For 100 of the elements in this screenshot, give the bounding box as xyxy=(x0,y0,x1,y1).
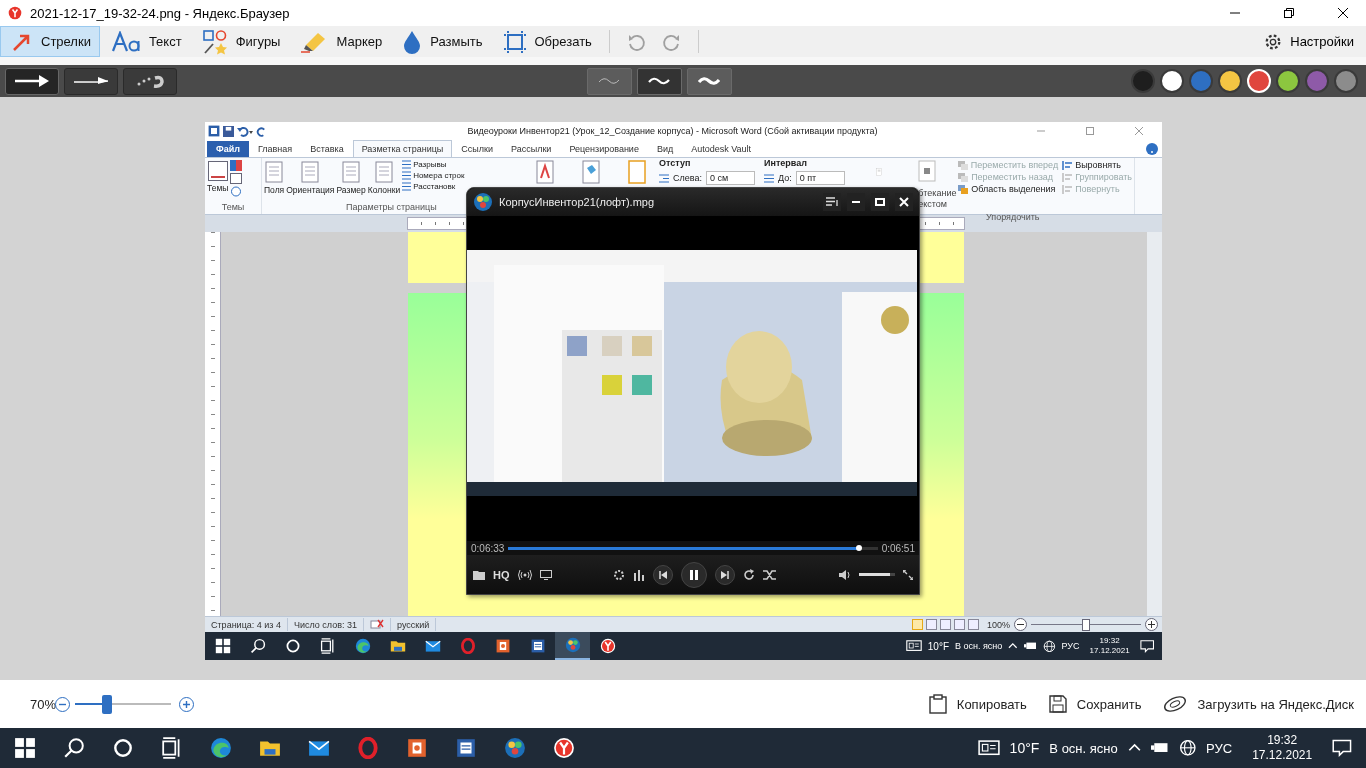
mail-icon[interactable] xyxy=(424,638,441,654)
folder-icon[interactable] xyxy=(389,638,406,654)
pause-button[interactable] xyxy=(681,561,708,588)
tool-button[interactable]: Обрезать xyxy=(491,26,601,57)
upload-button[interactable]: Загрузить на Яндекс.Диск xyxy=(1163,694,1354,714)
zoom-out-button[interactable] xyxy=(1014,618,1027,631)
settings-icon[interactable] xyxy=(613,568,626,581)
browser-icon[interactable] xyxy=(354,638,371,654)
globe-icon[interactable] xyxy=(1042,639,1056,653)
scrollbar[interactable] xyxy=(1147,232,1162,616)
ring-icon[interactable] xyxy=(356,737,379,759)
shuffle-icon[interactable] xyxy=(763,568,778,581)
battery-icon[interactable] xyxy=(1150,741,1169,755)
folder-icon[interactable] xyxy=(473,569,485,580)
news-icon[interactable] xyxy=(977,740,1000,756)
ribbon-button[interactable]: Номера строк xyxy=(402,171,465,180)
color-swatch[interactable] xyxy=(1218,69,1242,93)
zoom-slider-thumb[interactable] xyxy=(1082,619,1090,631)
ribbon-button[interactable]: Ориентация xyxy=(286,160,335,196)
quality-button[interactable]: HQ xyxy=(493,568,510,581)
view-button[interactable] xyxy=(925,619,937,630)
ribbon-button[interactable]: Колонки xyxy=(367,160,401,196)
language-indicator[interactable]: РУС xyxy=(1206,740,1233,756)
tool-button[interactable]: Маркер xyxy=(289,26,392,57)
color-swatch[interactable] xyxy=(1334,69,1358,93)
ribbon-tab[interactable]: Рассылки xyxy=(502,140,561,157)
indent-field[interactable]: 0 см xyxy=(705,171,755,185)
spacing-field[interactable]: 0 пт xyxy=(795,171,845,185)
circle-icon[interactable] xyxy=(111,737,134,759)
view-button[interactable] xyxy=(967,619,979,630)
document-icon[interactable] xyxy=(529,638,546,654)
clock-time[interactable]: 19:32 xyxy=(1099,636,1120,646)
color-swatch[interactable] xyxy=(1131,69,1155,93)
tool-button[interactable]: Размыть xyxy=(391,26,492,57)
ring-icon[interactable] xyxy=(459,638,476,654)
settings-button[interactable]: Настройки xyxy=(1252,26,1366,57)
arrow-style-button[interactable] xyxy=(123,67,177,95)
ribbon-button[interactable]: Выровнять xyxy=(1062,160,1132,170)
copy-button[interactable]: Копировать xyxy=(928,694,1027,714)
wrap-text-icon[interactable] xyxy=(918,160,937,182)
ribbon-button[interactable]: Поля xyxy=(264,160,285,196)
zoom-level[interactable]: 100% xyxy=(986,619,1010,630)
presentation-icon[interactable] xyxy=(405,737,428,759)
clock-time[interactable]: 19:32 xyxy=(1267,733,1298,748)
page-color-icon[interactable] xyxy=(582,160,600,184)
ribbon-button[interactable]: Область выделения xyxy=(958,184,1059,194)
browser-icon[interactable] xyxy=(599,638,616,654)
broadcast-icon[interactable] xyxy=(517,569,532,580)
themes-button[interactable]: Темы xyxy=(207,160,229,194)
stroke-width-button[interactable] xyxy=(686,67,732,95)
watermark-icon[interactable] xyxy=(536,160,554,184)
clock-date[interactable]: 17.12.2021 xyxy=(1252,748,1313,763)
presentation-icon[interactable] xyxy=(494,638,511,654)
previous-button[interactable] xyxy=(653,564,674,585)
arrow-style-button[interactable] xyxy=(64,67,118,95)
language-status[interactable]: русский xyxy=(391,618,437,631)
view-button[interactable] xyxy=(953,619,965,630)
save-button[interactable]: Сохранить xyxy=(1048,694,1142,714)
undo-icon[interactable] xyxy=(237,125,253,137)
color-swatch[interactable] xyxy=(1160,69,1184,93)
start-icon[interactable] xyxy=(13,737,36,759)
ribbon-tab[interactable]: Главная xyxy=(248,140,302,157)
zoom-in-button[interactable] xyxy=(1145,618,1158,631)
ribbon-button[interactable]: Разрывы xyxy=(402,160,465,169)
file-tab[interactable]: Файл xyxy=(207,141,249,157)
browser-icon[interactable] xyxy=(552,737,575,759)
battery-icon[interactable] xyxy=(1023,641,1037,651)
search-icon[interactable] xyxy=(249,638,266,654)
browser-icon[interactable] xyxy=(209,737,232,759)
globe-icon[interactable] xyxy=(1178,739,1197,757)
tool-button[interactable]: Текст xyxy=(99,26,191,57)
fullscreen-icon[interactable] xyxy=(903,569,913,580)
equalizer-icon[interactable] xyxy=(633,568,646,581)
player-icon[interactable] xyxy=(503,737,526,759)
ribbon-tab[interactable]: Вставка xyxy=(301,140,353,157)
start-icon[interactable] xyxy=(214,638,231,654)
colors-icon[interactable] xyxy=(230,160,243,171)
ribbon-tab[interactable]: Вид xyxy=(647,140,683,157)
next-button[interactable] xyxy=(715,564,736,585)
player-icon[interactable] xyxy=(564,637,581,653)
zoom-slider-thumb[interactable] xyxy=(101,694,112,714)
ribbon-button[interactable]: Расстановк xyxy=(402,182,465,191)
notification-icon[interactable] xyxy=(1332,738,1352,758)
stroke-width-button[interactable] xyxy=(636,67,682,95)
help-icon[interactable] xyxy=(1146,143,1158,155)
ribbon-tab[interactable]: Autodesk Vault xyxy=(682,140,761,157)
save-icon[interactable] xyxy=(223,125,234,137)
task-view-icon[interactable] xyxy=(319,638,336,654)
color-swatch[interactable] xyxy=(1189,69,1213,93)
ribbon-tab[interactable]: Рецензирование xyxy=(560,140,648,157)
playlist-button[interactable] xyxy=(823,193,841,211)
maximize-button[interactable] xyxy=(871,193,889,211)
tool-button[interactable]: Фигуры xyxy=(190,26,290,57)
news-icon[interactable] xyxy=(905,640,922,652)
close-button[interactable] xyxy=(895,193,913,211)
arrow-style-button[interactable] xyxy=(5,67,59,95)
repeat-icon[interactable] xyxy=(743,568,756,581)
clock-date[interactable]: 17.12.2021 xyxy=(1089,646,1130,656)
document-icon[interactable] xyxy=(454,737,477,759)
chevron-icon[interactable] xyxy=(1008,641,1018,651)
